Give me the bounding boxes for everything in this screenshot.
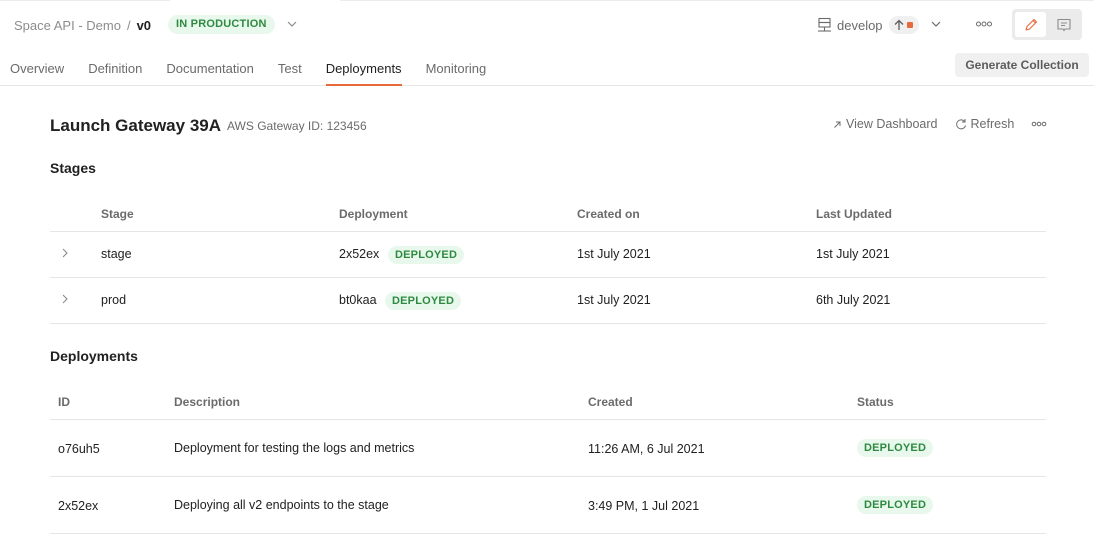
last-updated: 6th July 2021: [816, 293, 891, 307]
deployments-title: Deployments: [50, 348, 138, 364]
tab-monitoring[interactable]: Monitoring: [426, 59, 487, 86]
branch-name: develop: [837, 17, 883, 33]
row-divider: [50, 476, 1046, 477]
tab-overview[interactable]: Overview: [10, 59, 64, 86]
breadcrumb-separator: /: [126, 17, 131, 33]
row-divider: [50, 533, 1046, 534]
deployment-created: 3:49 PM, 1 Jul 2021: [588, 499, 700, 513]
branch-selector[interactable]: develop: [817, 15, 919, 35]
comment-icon: [1056, 18, 1071, 31]
column-header-created-on: Created on: [577, 207, 640, 221]
tab-definition[interactable]: Definition: [88, 59, 142, 86]
mode-toggle: [1012, 9, 1082, 40]
chevron-down-icon[interactable]: [929, 17, 943, 31]
row-divider: [50, 277, 1046, 278]
gateway-title: Launch Gateway 39A: [50, 116, 222, 135]
deployment-description: Deployment for testing the logs and metr…: [174, 441, 415, 455]
view-dashboard-label: View Dashboard: [846, 117, 938, 131]
status-badge: DEPLOYED: [385, 292, 462, 310]
tab-test[interactable]: Test: [278, 59, 302, 86]
created-on: 1st July 2021: [577, 293, 651, 307]
column-header-last-updated: Last Updated: [816, 207, 893, 221]
deployment-id[interactable]: 2x52ex: [339, 247, 379, 261]
pencil-icon: [1024, 18, 1037, 31]
column-header-created: Created: [588, 395, 633, 409]
unpushed-indicator: [907, 22, 914, 28]
status-badge: DEPLOYED: [857, 496, 934, 514]
column-header-deployment: Deployment: [339, 207, 408, 221]
created-on: 1st July 2021: [577, 247, 651, 261]
deployment-id[interactable]: bt0kaa: [339, 293, 377, 307]
external-link-icon: [834, 121, 841, 128]
column-header-status: Status: [857, 395, 894, 409]
column-header-stage: Stage: [101, 207, 134, 221]
gateway-id: AWS Gateway ID: 123456: [227, 119, 367, 133]
api-header: Space API - Demo / v0 IN PRODUCTION Over…: [0, 0, 1094, 86]
tab-bar: Overview Definition Documentation Test D…: [10, 59, 510, 86]
row-divider: [50, 419, 1046, 420]
refresh-button[interactable]: Refresh: [955, 117, 1015, 131]
branch-icon: [818, 17, 831, 32]
arrow-up-icon: [894, 19, 904, 30]
generate-collection-button[interactable]: Generate Collection: [955, 53, 1089, 77]
row-divider: [50, 231, 1046, 232]
chevron-down-icon[interactable]: [285, 17, 299, 31]
view-dashboard-link[interactable]: View Dashboard: [833, 117, 938, 131]
status-badge: DEPLOYED: [857, 439, 934, 457]
column-header-description: Description: [174, 395, 241, 409]
push-changes-button[interactable]: [888, 16, 919, 34]
tab-documentation[interactable]: Documentation: [166, 59, 253, 86]
breadcrumb-parent[interactable]: Space API - Demo: [14, 18, 121, 33]
deployment-description: Deploying all v2 endpoints to the stage: [174, 498, 389, 512]
row-divider: [50, 323, 1046, 324]
more-options-icon[interactable]: [975, 18, 993, 30]
status-badge: DEPLOYED: [388, 246, 465, 264]
chevron-right-icon[interactable]: [60, 293, 70, 305]
gateway-actions: View Dashboard Refresh: [833, 117, 1047, 131]
more-options-icon[interactable]: [1031, 119, 1047, 129]
deployment-created: 11:26 AM, 6 Jul 2021: [588, 442, 705, 456]
deployments-table: ID Description Created Status o76uh5 Dep…: [50, 388, 1046, 535]
refresh-label: Refresh: [970, 117, 1015, 131]
edit-mode-button[interactable]: [1015, 12, 1046, 37]
chevron-right-icon[interactable]: [60, 247, 70, 259]
breadcrumb-version: v0: [136, 17, 152, 33]
stages-table: Stage Deployment Created on Last Updated…: [50, 200, 1046, 324]
refresh-icon: [955, 119, 966, 130]
tab-deployments[interactable]: Deployments: [325, 59, 402, 86]
comment-mode-button[interactable]: [1048, 12, 1079, 37]
environment-badge: IN PRODUCTION: [168, 15, 275, 34]
stage-name: prod: [101, 293, 127, 307]
column-header-id: ID: [58, 395, 70, 409]
stages-title: Stages: [50, 160, 96, 176]
stage-name: stage: [101, 247, 132, 261]
deployment-id: 2x52ex: [58, 499, 99, 513]
breadcrumb: Space API - Demo / v0: [14, 17, 151, 33]
deployment-id: o76uh5: [58, 442, 100, 456]
last-updated: 1st July 2021: [816, 247, 890, 261]
